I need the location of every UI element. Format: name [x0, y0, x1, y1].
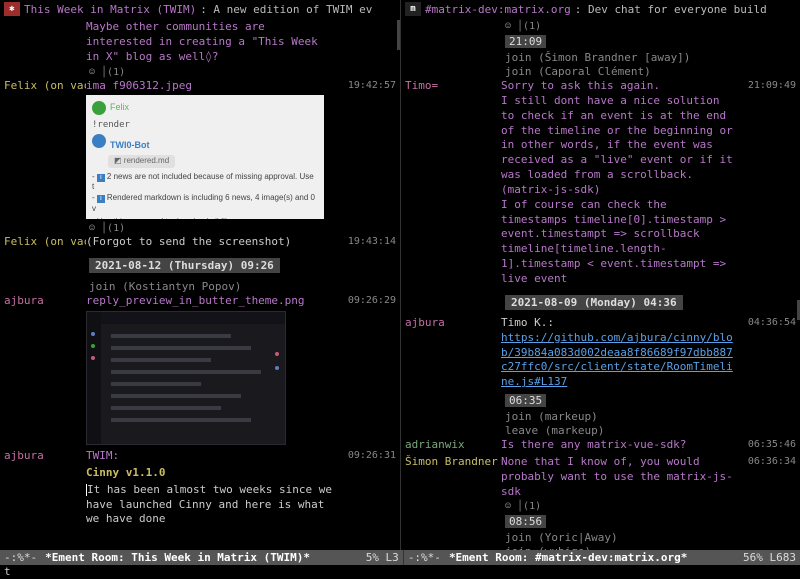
reaction[interactable]: ☺ │(1) — [89, 223, 396, 234]
time-separator: 21:09 — [505, 35, 546, 48]
membership-event: join (Yoric|Away) — [505, 531, 796, 544]
timestamp: 21:09:49 — [736, 79, 796, 287]
attachment-name[interactable]: reply_preview_in_butter_theme.png — [86, 294, 336, 309]
modeline-buffer[interactable]: *Ement Room: #matrix-dev:matrix.org* — [445, 551, 691, 564]
timestamp: 09:26:29 — [336, 294, 396, 447]
room-icon: ✱ — [4, 2, 20, 16]
room-name[interactable]: #matrix-dev:matrix.org — [425, 3, 571, 16]
right-messages[interactable]: ☺ │(1) 21:09 join (Šimon Brandner [away]… — [401, 18, 800, 550]
membership-event: join (Šimon Brandner [away]) — [505, 51, 796, 64]
room-icon: m — [405, 2, 421, 16]
timestamp: 09:26:31 — [336, 449, 396, 464]
modeline-flags: -:%*- — [404, 551, 445, 564]
membership-event: join (Caporal Clément) — [505, 65, 796, 78]
reply-target: Timo K.: — [501, 316, 554, 329]
sender[interactable]: ajbura — [4, 294, 86, 447]
message-body: TWIM: — [86, 449, 336, 464]
attachment-name[interactable]: ima f906312.jpeg — [86, 79, 336, 94]
left-pane: ✱ This Week in Matrix (TWIM) : A new edi… — [0, 0, 400, 550]
membership-event: join (markeup) — [505, 410, 796, 423]
timestamp: 06:35:46 — [736, 438, 796, 453]
date-separator: 2021-08-09 (Monday) 04:36 — [505, 295, 683, 310]
message-body: It has been almost two weeks since we ha… — [86, 483, 339, 526]
message-body: Is there any matrix-vue-sdk? — [501, 438, 736, 453]
timestamp: 06:36:34 — [736, 455, 796, 500]
attachment-preview[interactable]: Felix !render TWI0-Bot ◩ rendered.md i2 … — [86, 95, 324, 219]
timestamp: 04:36:54 — [736, 316, 796, 390]
date-separator: 2021-08-12 (Thursday) 09:26 — [89, 258, 280, 273]
membership-event: join (wubigo) — [505, 545, 796, 550]
modeline-buffer[interactable]: *Ement Room: This Week in Matrix (TWIM)* — [41, 551, 314, 564]
sender[interactable]: Felix (on vaca — [4, 235, 86, 250]
right-header: m #matrix-dev:matrix.org : Dev chat for … — [401, 0, 800, 18]
modeline: -:%*- *Ement Room: This Week in Matrix (… — [0, 550, 800, 565]
reaction[interactable]: ☺ │(1) — [505, 501, 796, 512]
left-header: ✱ This Week in Matrix (TWIM) : A new edi… — [0, 0, 400, 18]
time-separator: 08:56 — [505, 515, 546, 528]
message-body: Sorry to ask this again. I still dont ha… — [501, 79, 736, 287]
modeline-pos: 56% L683 — [739, 551, 800, 564]
left-messages[interactable]: Maybe other communities are interested i… — [0, 18, 400, 550]
sender[interactable]: ajbura — [405, 316, 501, 390]
message-body: (Forgot to send the screenshot) — [86, 235, 336, 250]
sender[interactable]: Šimon Brandner — [405, 455, 501, 500]
time-separator: 06:35 — [505, 394, 546, 407]
room-name[interactable]: This Week in Matrix (TWIM) — [24, 3, 196, 16]
membership-event: leave (markeup) — [505, 424, 796, 437]
membership-event: join (Kostiantyn Popov) — [89, 280, 396, 293]
room-topic: : A new edition of TWIM ev — [200, 3, 372, 16]
sender[interactable]: Felix (on vaca — [4, 79, 86, 222]
image-preview[interactable] — [86, 311, 286, 445]
reaction[interactable]: ☺ │(1) — [505, 21, 796, 32]
link[interactable]: https://github.com/ajbura/cinny/blob/39b… — [501, 331, 733, 389]
reaction[interactable]: ☺ │(1) — [89, 67, 396, 78]
sender[interactable]: Timo= — [405, 79, 501, 287]
timestamp: 19:42:57 — [336, 79, 396, 222]
message-body: Maybe other communities are interested i… — [86, 20, 336, 65]
message-body: None that I know of, you would probably … — [501, 455, 736, 500]
heading: Cinny v1.1.0 — [86, 466, 336, 481]
room-topic: : Dev chat for everyone build — [575, 3, 767, 16]
timestamp: 19:43:14 — [336, 235, 396, 250]
sender[interactable]: ajbura — [4, 449, 86, 464]
minibuffer[interactable]: t — [0, 565, 800, 579]
sender[interactable]: adrianwix — [405, 438, 501, 453]
modeline-pos: 5% L3 — [362, 551, 403, 564]
right-pane: m #matrix-dev:matrix.org : Dev chat for … — [400, 0, 800, 550]
modeline-flags: -:%*- — [0, 551, 41, 564]
